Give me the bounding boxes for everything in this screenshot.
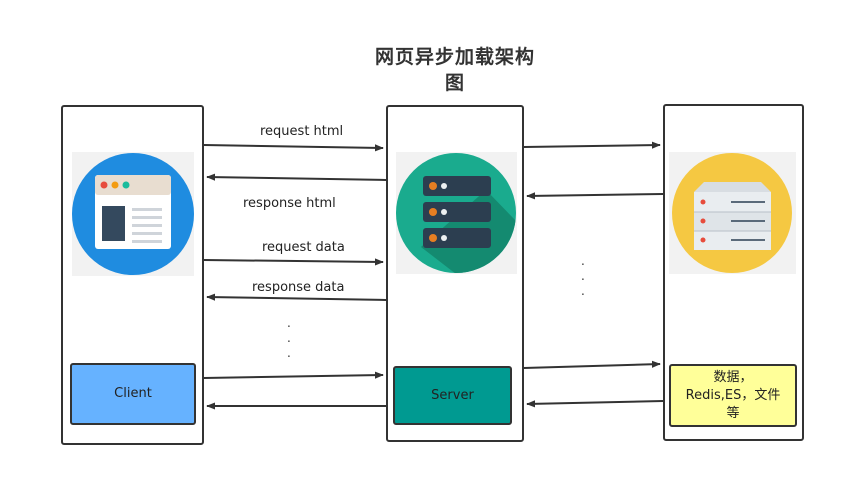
- arrow-client-to-server: [203, 371, 384, 379]
- arrow-server-to-storage-top: [523, 141, 661, 149]
- arrow-storage-to-server-bottom: [526, 400, 664, 408]
- arrow-response-data: [206, 293, 387, 301]
- arrow-response-html: [206, 173, 387, 181]
- arrow-server-to-storage-bottom: [523, 360, 661, 369]
- arrow-storage-to-server-top: [526, 192, 664, 200]
- arrow-request-html: [203, 144, 384, 152]
- arrows-layer: [203, 141, 664, 410]
- arrow-request-data: [203, 258, 384, 266]
